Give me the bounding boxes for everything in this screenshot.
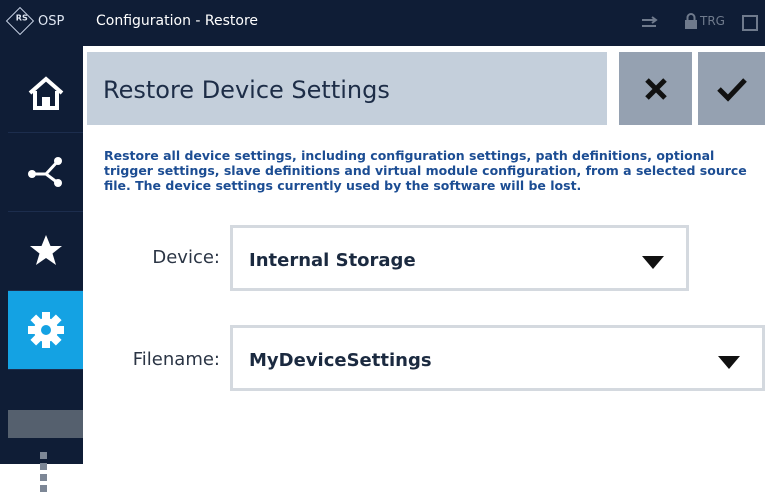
confirm-button[interactable] [698, 52, 765, 125]
network-icon [642, 16, 658, 27]
dropdown-arrow-icon [718, 356, 740, 369]
logo-mark-text: RS [15, 13, 28, 23]
gear-icon [27, 312, 64, 348]
rs-logo-mark: RS [5, 6, 35, 36]
rs-logo: RS OSP [5, 6, 65, 36]
sidebar-item-home[interactable] [8, 54, 83, 133]
home-icon [28, 76, 63, 110]
more-icon[interactable] [40, 452, 47, 492]
device-label: Device: [152, 247, 220, 268]
sidebar-item-paths[interactable] [8, 133, 83, 212]
window-icon[interactable] [742, 15, 758, 31]
description-text: Restore all device settings, including c… [104, 148, 747, 193]
app-name: OSP [38, 13, 65, 29]
device-dropdown[interactable]: Internal Storage [230, 225, 689, 291]
page-title: Restore Device Settings [103, 76, 390, 104]
device-dropdown-value: Internal Storage [249, 250, 416, 271]
checkmark-icon [716, 77, 747, 102]
path-icon [27, 157, 62, 187]
filename-dropdown-value: MyDeviceSettings [249, 350, 432, 371]
title-bar: RS OSP Configuration - Restore TRG [0, 0, 765, 46]
filename-label: Filename: [132, 349, 220, 370]
cancel-button[interactable] [619, 52, 692, 125]
sidebar-separator [8, 410, 83, 438]
trigger-label: TRG [700, 14, 725, 28]
dialog-header: Restore Device Settings [87, 52, 607, 125]
filename-dropdown[interactable]: MyDeviceSettings [230, 325, 765, 391]
window-title: Configuration - Restore [96, 13, 259, 29]
dropdown-arrow-icon [642, 256, 664, 269]
lock-icon [685, 13, 697, 29]
close-icon [644, 77, 667, 100]
